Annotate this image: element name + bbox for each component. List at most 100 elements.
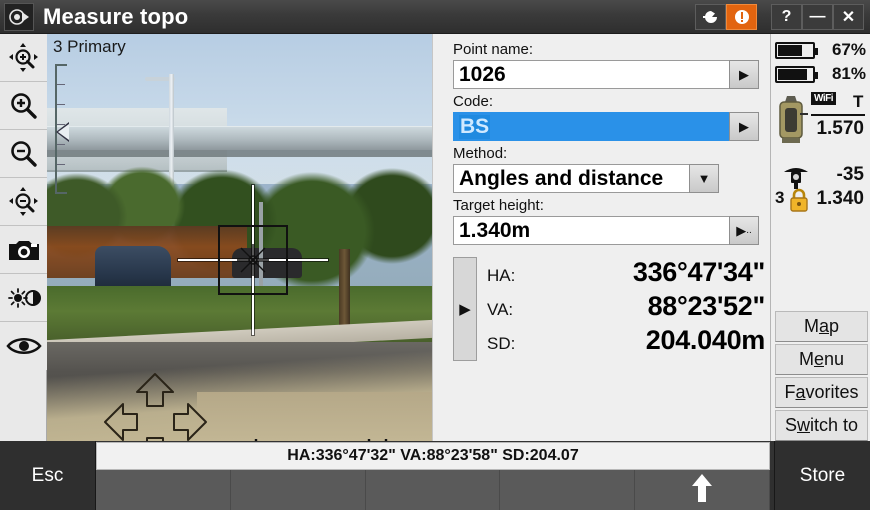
code-selected-text: BS bbox=[459, 114, 491, 139]
method-select[interactable]: Angles and distance bbox=[453, 164, 689, 193]
reading-label-va: VA: bbox=[487, 300, 514, 319]
instrument-connection-line bbox=[811, 114, 865, 116]
pan-up-arrow bbox=[136, 373, 174, 407]
status-bar: HA:336°47'32" VA:88°23'58" SD:204.07 bbox=[96, 442, 770, 470]
page-title: Measure topo bbox=[43, 3, 189, 29]
battery-row-2: 81% bbox=[775, 62, 866, 86]
target-level-icon[interactable] bbox=[304, 436, 338, 441]
readings-list: HA: 336°47'34" VA: 88°23'52" SD: 204.040… bbox=[477, 257, 765, 365]
battery-1-percent: 67% bbox=[831, 40, 866, 59]
point-name-label: Point name: bbox=[453, 41, 534, 58]
favorites-button[interactable]: Favorites bbox=[775, 377, 868, 408]
measurement-form: Point name: 1026 ▶ Code: BS ▶ Method: An… bbox=[432, 34, 770, 441]
arrow-up-icon bbox=[691, 473, 713, 508]
softkey-slot-2[interactable] bbox=[230, 470, 366, 510]
reading-value-va: 88°23'52" bbox=[647, 291, 766, 321]
zoom-to-fit-icon[interactable] bbox=[0, 34, 47, 82]
wifi-icon: WiFi bbox=[811, 92, 837, 105]
warning-icon[interactable] bbox=[726, 3, 757, 30]
reading-row-sd: SD: 204.040m bbox=[487, 325, 765, 359]
reading-value-ha: 336°47'34" bbox=[632, 257, 765, 287]
minimize-button[interactable]: — bbox=[802, 3, 833, 30]
application-window: Measure topo ? — ✕ 3 Primary Point name:… bbox=[0, 0, 870, 510]
battery-1-icon bbox=[775, 41, 818, 59]
title-bar: Measure topo ? — ✕ bbox=[0, 0, 870, 34]
softkey-slot-4[interactable] bbox=[500, 470, 636, 510]
video-overlay-label: 3 Primary bbox=[53, 37, 126, 56]
target-height-value: 1.340 bbox=[816, 188, 864, 209]
method-chevron-down-icon[interactable]: ▼ bbox=[689, 164, 719, 193]
battery-row-1: 67% bbox=[775, 38, 866, 62]
target-height-ellipsis: .. bbox=[746, 225, 752, 236]
readings-expander-button[interactable]: ▶ bbox=[453, 257, 477, 361]
instrument-block[interactable]: WiFi T 1.570 bbox=[775, 90, 866, 162]
point-name-row: 1026 ▶ bbox=[453, 60, 759, 89]
code-dropdown-button[interactable]: ▶ bbox=[729, 112, 759, 141]
switch-to-button[interactable]: Switch to bbox=[775, 410, 868, 441]
target-low-icon[interactable] bbox=[252, 436, 286, 441]
map-button-label: Map bbox=[803, 316, 840, 336]
code-row: BS ▶ bbox=[453, 112, 759, 141]
softkey-slot-1[interactable] bbox=[96, 470, 231, 510]
close-button[interactable]: ✕ bbox=[833, 3, 864, 30]
pan-down-arrow bbox=[146, 437, 164, 441]
video-vehicle-dark bbox=[232, 248, 302, 278]
target-count: 3 bbox=[775, 188, 785, 207]
connect-icon[interactable] bbox=[695, 3, 726, 30]
titlebar-buttons: ? — ✕ bbox=[695, 3, 864, 30]
elevation-scale-pointer bbox=[56, 122, 69, 142]
video-feed[interactable]: 3 Primary bbox=[47, 34, 432, 441]
zoom-out-icon[interactable] bbox=[0, 130, 47, 178]
favorites-button-label: Favorites bbox=[784, 382, 859, 402]
reading-value-sd: 204.040m bbox=[645, 325, 766, 355]
code-input[interactable]: BS bbox=[453, 112, 729, 141]
visibility-icon[interactable] bbox=[0, 322, 47, 370]
reading-row-va: VA: 88°23'52" bbox=[487, 291, 765, 325]
point-name-input[interactable]: 1026 bbox=[453, 60, 729, 89]
target-signal-value: -35 bbox=[836, 164, 864, 185]
bottom-softkey-bar bbox=[0, 470, 870, 510]
battery-2-icon bbox=[775, 65, 818, 83]
target-block[interactable]: 3 -35 1.340 bbox=[775, 164, 866, 218]
pan-navigation-pad[interactable] bbox=[103, 372, 208, 441]
reading-label-sd: SD: bbox=[487, 334, 516, 353]
method-label: Method: bbox=[453, 145, 508, 162]
status-panel: 67% 81% WiFi T 1.570 3 -35 1.340 Map Men… bbox=[770, 34, 870, 441]
pan-zoom-out-icon[interactable] bbox=[0, 178, 47, 226]
softkey-slot-5[interactable] bbox=[635, 470, 770, 510]
camera-icon[interactable] bbox=[0, 226, 47, 274]
store-button[interactable]: Store bbox=[774, 441, 870, 510]
help-button[interactable]: ? bbox=[771, 3, 802, 30]
target-height-options-button[interactable]: ▶.. bbox=[729, 216, 759, 245]
code-label: Code: bbox=[453, 93, 494, 110]
method-row: Angles and distance ▼ bbox=[453, 164, 719, 193]
lock-icon bbox=[788, 188, 810, 212]
pan-left-arrow bbox=[104, 403, 138, 441]
brightness-contrast-icon[interactable] bbox=[0, 274, 47, 322]
softkey-slot-3[interactable] bbox=[365, 470, 501, 510]
point-name-dropdown-button[interactable]: ▶ bbox=[729, 60, 759, 89]
battery-2-percent: 81% bbox=[831, 64, 866, 83]
zoom-in-icon[interactable] bbox=[0, 82, 47, 130]
target-height-label: Target height: bbox=[453, 197, 544, 214]
readings-panel: ▶ HA: 336°47'34" VA: 88°23'52" SD: 204.0… bbox=[453, 257, 765, 365]
toolbar-filler bbox=[0, 370, 46, 441]
target-height-row: 1.340m ▶.. bbox=[453, 216, 759, 245]
reading-label-ha: HA: bbox=[487, 266, 516, 285]
total-station-icon bbox=[775, 94, 809, 150]
side-softkeys: Map Menu Favorites Switch to bbox=[775, 311, 868, 443]
video-bottom-icons bbox=[252, 432, 432, 441]
survey-instrument-icon[interactable] bbox=[4, 2, 34, 31]
target-height-arrow: ▶ bbox=[736, 222, 747, 238]
instrument-target-letter: T bbox=[853, 92, 864, 111]
switch-to-button-label: Switch to bbox=[784, 415, 859, 435]
prism-target-icon bbox=[781, 164, 811, 190]
map-button[interactable]: Map bbox=[775, 311, 868, 342]
reading-row-ha: HA: 336°47'34" bbox=[487, 257, 765, 291]
target-high-icon[interactable] bbox=[356, 436, 390, 441]
esc-button[interactable]: Esc bbox=[0, 441, 96, 510]
target-height-input[interactable]: 1.340m bbox=[453, 216, 729, 245]
instrument-height-value: 1.570 bbox=[816, 118, 864, 139]
menu-button-label: Menu bbox=[798, 349, 845, 369]
menu-button[interactable]: Menu bbox=[775, 344, 868, 375]
